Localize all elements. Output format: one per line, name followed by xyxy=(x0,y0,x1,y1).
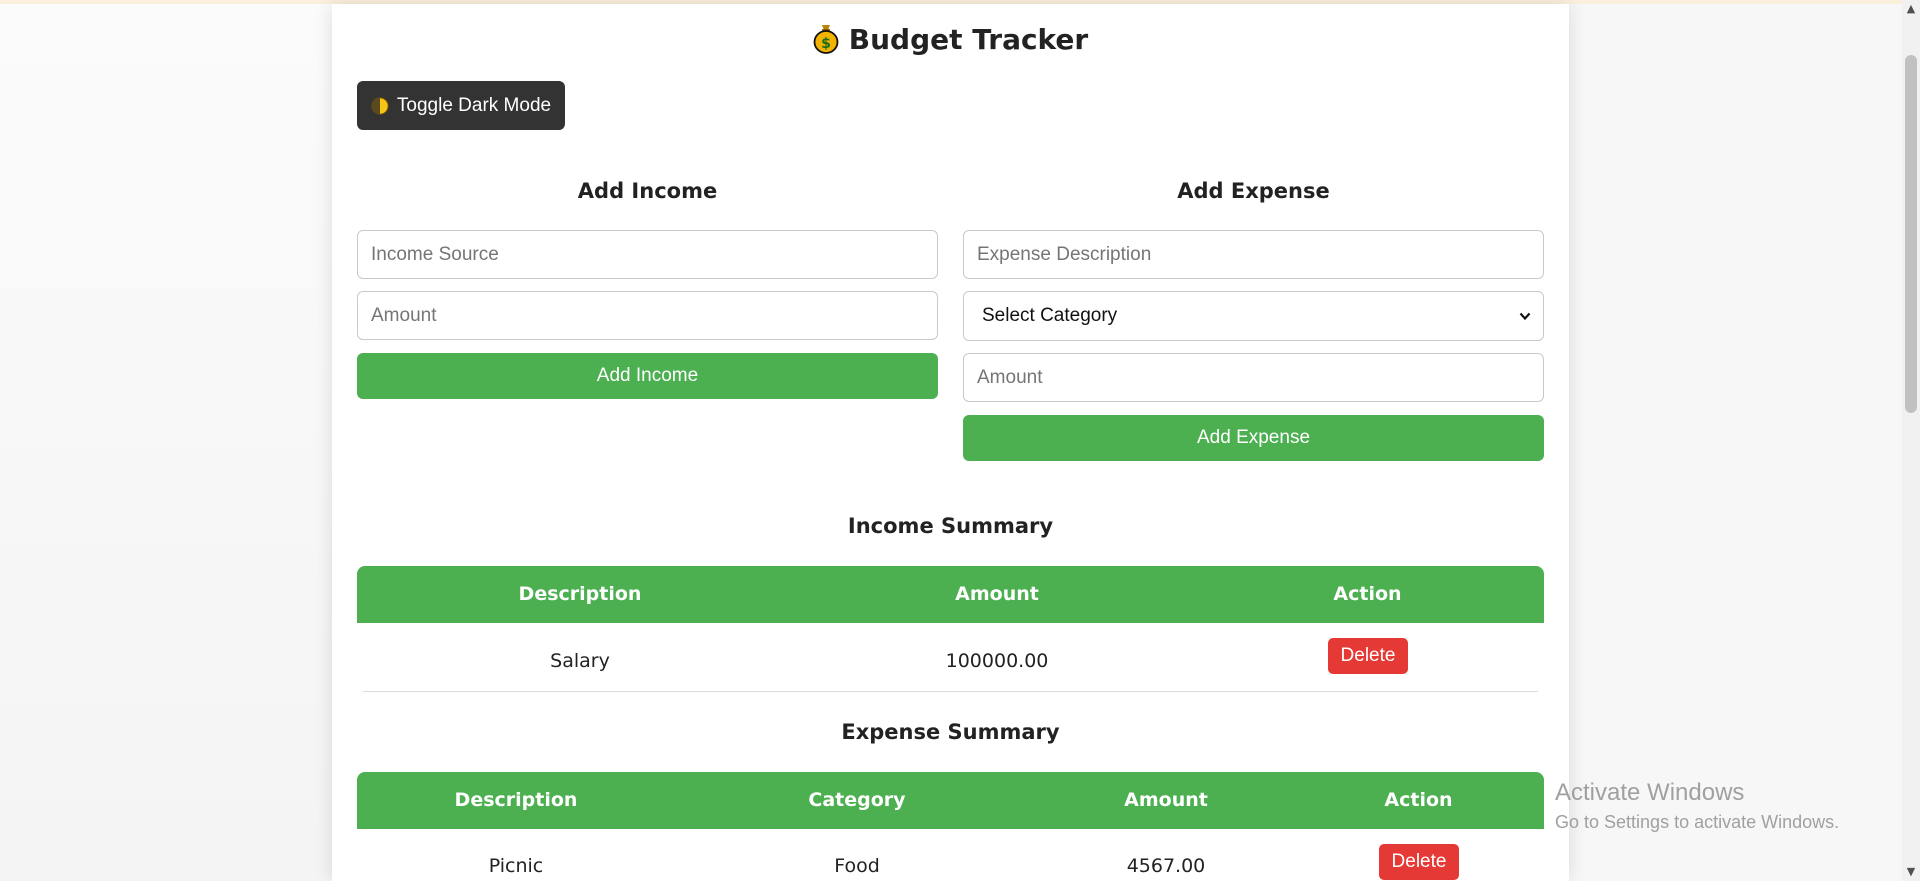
income-col-action: Action xyxy=(1333,583,1402,605)
expense-col-action: Action xyxy=(1384,789,1453,811)
title-text: Budget Tracker xyxy=(848,23,1089,56)
row-divider xyxy=(363,691,1538,692)
expense-col-amount: Amount xyxy=(1124,789,1208,811)
expense-summary-heading: Expense Summary xyxy=(841,720,1060,744)
svg-text:$: $ xyxy=(821,36,831,52)
add-income-button[interactable]: Add Income xyxy=(357,353,938,399)
toggle-dark-mode-button[interactable]: Toggle Dark Mode xyxy=(357,81,565,130)
expense-category-select[interactable]: Select Category xyxy=(963,291,1544,341)
scroll-down-icon[interactable]: ▼ xyxy=(1904,865,1918,879)
activate-windows-subtitle: Go to Settings to activate Windows. xyxy=(1555,812,1840,832)
add-income-heading: Add Income xyxy=(577,179,718,203)
scrollbar-thumb[interactable] xyxy=(1905,55,1917,413)
expense-amount-input[interactable] xyxy=(963,353,1544,402)
expense-col-category: Category xyxy=(808,789,906,811)
income-col-amount: Amount xyxy=(955,583,1039,605)
income-summary-heading: Income Summary xyxy=(847,514,1054,538)
income-row-description: Salary xyxy=(550,650,610,672)
money-bag-icon: $ xyxy=(813,25,839,54)
budget-tracker-card: $ Budget Tracker Toggle Dark Mode Add In… xyxy=(332,4,1569,881)
page-title: $ Budget Tracker xyxy=(332,22,1569,58)
income-source-input[interactable] xyxy=(357,230,938,279)
expense-table-header: Description Category Amount Action xyxy=(357,772,1544,829)
delete-expense-button[interactable]: Delete xyxy=(1379,844,1459,880)
income-amount-input[interactable] xyxy=(357,291,938,340)
add-expense-button[interactable]: Add Expense xyxy=(963,415,1544,461)
expense-row-category: Food xyxy=(834,855,880,877)
income-col-description: Description xyxy=(518,583,642,605)
income-row-amount: 100000.00 xyxy=(945,650,1049,672)
expense-description-input[interactable] xyxy=(963,230,1544,279)
activate-windows-title: Activate Windows xyxy=(1555,779,1745,806)
scroll-up-icon[interactable]: ▲ xyxy=(1904,2,1918,16)
income-table-header: Description Amount Action xyxy=(357,566,1544,623)
expense-row-amount: 4567.00 xyxy=(1126,855,1206,877)
chevron-down-icon xyxy=(1519,312,1531,321)
page-background xyxy=(0,4,332,881)
delete-income-button[interactable]: Delete xyxy=(1328,638,1408,674)
half-moon-icon xyxy=(371,96,389,115)
toggle-dark-mode-label: Toggle Dark Mode xyxy=(396,94,552,116)
expense-col-description: Description xyxy=(454,789,578,811)
expense-row-description: Picnic xyxy=(488,855,544,877)
add-expense-heading: Add Expense xyxy=(1177,179,1330,203)
category-selected-value: Select Category xyxy=(982,305,1118,326)
